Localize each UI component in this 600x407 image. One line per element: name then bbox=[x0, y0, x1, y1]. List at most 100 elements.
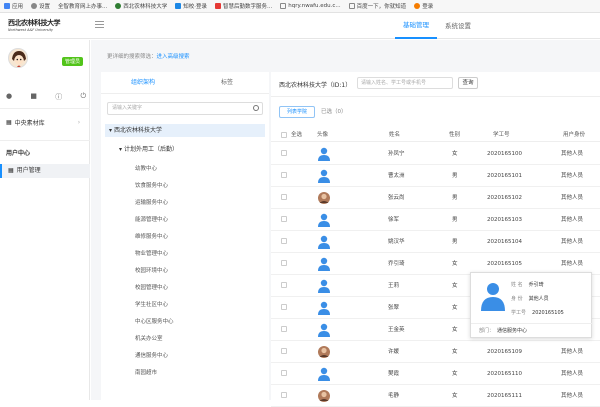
user-gender: 女 bbox=[452, 261, 458, 267]
lock-icon[interactable]: ■ bbox=[30, 92, 37, 102]
table-row[interactable]: 樊霞 女 2020165110 其他人员 bbox=[271, 363, 600, 385]
tree-leaf[interactable]: 物业管理中心 bbox=[135, 249, 168, 257]
tree-leaf[interactable]: 机关办公室 bbox=[135, 334, 163, 342]
gear-icon bbox=[31, 3, 38, 9]
tree-node-group[interactable]: ▾ 计划外用工（后勤） bbox=[119, 144, 178, 153]
tree-leaf[interactable]: 校园管理中心 bbox=[135, 283, 168, 291]
sidebar-item-user-management[interactable]: ▦ 用户管理 bbox=[0, 164, 90, 178]
user-name: 曹太洲 bbox=[388, 173, 405, 179]
row-checkbox[interactable] bbox=[281, 172, 287, 178]
table-row[interactable]: 曹太洲 男 2020165101 其他人员 bbox=[271, 165, 600, 187]
tab-system-settings[interactable]: 系统设置 bbox=[437, 13, 479, 39]
row-checkbox[interactable] bbox=[281, 326, 287, 332]
user-photo bbox=[318, 192, 330, 204]
user-search-input[interactable]: 请输入姓名、学工号或手机号 bbox=[357, 77, 453, 89]
tree-search-input[interactable]: 请输入关键字 bbox=[107, 102, 263, 115]
user-gender: 女 bbox=[452, 283, 458, 289]
info-icon[interactable]: ⓘ bbox=[55, 92, 62, 102]
popup-staff-no: 学工号 2020165105 bbox=[511, 310, 564, 316]
bookmark-login[interactable]: 登录 bbox=[414, 2, 433, 10]
bookmark-logistics[interactable]: 智慧后勤数字服务... bbox=[215, 2, 272, 10]
row-checkbox[interactable] bbox=[281, 150, 287, 156]
selected-count: 已选（0） bbox=[321, 109, 347, 115]
select-all-checkbox[interactable] bbox=[281, 132, 287, 138]
row-checkbox[interactable] bbox=[281, 216, 287, 222]
row-checkbox[interactable] bbox=[281, 194, 287, 200]
user-avatar-icon bbox=[318, 169, 330, 183]
tree-leaf[interactable]: 中心区服务中心 bbox=[135, 317, 174, 325]
sidebar: 管理员 ● ■ ⓘ ⏻ ▦ 中央素材库 › 用户中心 ▦ 用户管理 bbox=[0, 40, 90, 400]
user-staff-no: 2020165101 bbox=[487, 173, 522, 179]
user-avatar-icon bbox=[318, 147, 330, 161]
user-list-panel: 西北农林科技大学（ID:1） 请输入姓名、学工号或手机号 查询 列表学院 已选（… bbox=[271, 72, 600, 407]
tree-leaf[interactable]: 学生社区中心 bbox=[135, 300, 168, 308]
bookmark-apps[interactable]: 应用 bbox=[4, 2, 23, 10]
divider bbox=[0, 140, 90, 141]
user-name: 张云尚 bbox=[388, 195, 405, 201]
top-nav: 基础管理 系统设置 bbox=[395, 13, 479, 39]
tree-leaf[interactable]: 能源管理中心 bbox=[135, 215, 168, 223]
caret-down-icon[interactable]: ▾ bbox=[119, 146, 122, 153]
user-gender: 女 bbox=[452, 349, 458, 355]
column-header: 头像 bbox=[317, 132, 329, 138]
user-icon[interactable]: ● bbox=[6, 92, 12, 102]
bookmark-zhixiao[interactable]: 知校·登录 bbox=[175, 2, 207, 10]
column-header: 学工号 bbox=[493, 132, 510, 138]
tree-leaf[interactable]: 通信服务中心 bbox=[135, 351, 168, 359]
tab-tags[interactable]: 标签 bbox=[185, 72, 269, 93]
user-avatar-icon bbox=[318, 279, 330, 293]
table-row[interactable]: 姚汉华 男 2020165104 其他人员 bbox=[271, 231, 600, 253]
top-header: 西北农林科技大学 Northwest A&F University 基础管理 系… bbox=[0, 13, 600, 39]
caret-down-icon[interactable]: ▾ bbox=[109, 127, 112, 134]
tree-leaf[interactable]: 维修服务中心 bbox=[135, 232, 168, 240]
table-row[interactable]: 张云尚 男 2020165102 其他人员 bbox=[271, 187, 600, 209]
table-row[interactable]: 徐军 男 2020165103 其他人员 bbox=[271, 209, 600, 231]
bookmark-settings[interactable]: 设置 bbox=[31, 2, 50, 10]
tree-leaf[interactable]: 运输服务中心 bbox=[135, 198, 168, 206]
tab-basic-management[interactable]: 基础管理 bbox=[395, 13, 437, 39]
bookmark-hqry[interactable]: hqry.nwafu.edu.c... bbox=[280, 3, 341, 9]
user-role: 其他人员 bbox=[561, 349, 584, 355]
tree-leaf[interactable]: 校园环境中心 bbox=[135, 266, 168, 274]
user-name: 王莉 bbox=[388, 283, 400, 289]
row-checkbox[interactable] bbox=[281, 282, 287, 288]
row-checkbox[interactable] bbox=[281, 348, 287, 354]
table-row[interactable]: 孙凤宁 女 2020165100 其他人员 bbox=[271, 143, 600, 165]
user-staff-no: 2020165100 bbox=[487, 151, 522, 157]
row-checkbox[interactable] bbox=[281, 370, 287, 376]
role-badge: 管理员 bbox=[62, 57, 84, 66]
row-checkbox[interactable] bbox=[281, 260, 287, 266]
popup-identity: 身 份其他人员 bbox=[511, 296, 549, 302]
user-avatar-icon bbox=[481, 283, 505, 311]
sidebar-section-user-center: 用户中心 bbox=[6, 150, 31, 157]
popup-dept: 部门： 通信服务中心 bbox=[479, 328, 528, 334]
power-icon[interactable]: ⏻ bbox=[80, 92, 86, 102]
sidebar-item-material-library[interactable]: ▦ 中央素材库 › bbox=[6, 118, 80, 127]
row-checkbox[interactable] bbox=[281, 304, 287, 310]
bookmark-edu[interactable]: 全智教育网上办事... bbox=[58, 2, 107, 10]
tree-leaf[interactable]: 饮食服务中心 bbox=[135, 181, 168, 189]
table-row[interactable]: 毛静 女 2020165111 其他人员 bbox=[271, 385, 600, 407]
bookmark-nwafu[interactable]: 西北农林科技大学 bbox=[115, 2, 167, 10]
tab-org-structure[interactable]: 组织架构 bbox=[101, 72, 185, 93]
list-college-button[interactable]: 列表学院 bbox=[279, 106, 315, 118]
user-avatar-icon bbox=[318, 323, 330, 337]
tree-leaf[interactable]: 南园超市 bbox=[135, 368, 157, 376]
table-row[interactable]: 许媛 女 2020165109 其他人员 bbox=[271, 341, 600, 363]
tree-leaf[interactable]: 幼教中心 bbox=[135, 164, 157, 172]
menu-toggle-icon[interactable] bbox=[95, 21, 104, 29]
sidebar-quick-icons: ● ■ ⓘ ⏻ bbox=[6, 92, 86, 102]
query-button[interactable]: 查询 bbox=[458, 77, 478, 89]
tree-node-root[interactable]: ▾ 西北农林科技大学 bbox=[105, 124, 265, 137]
bookmark-baidu[interactable]: 百度一下，你就知道 bbox=[348, 2, 406, 10]
user-role: 其他人员 bbox=[561, 217, 584, 223]
user-gender: 女 bbox=[452, 327, 458, 333]
advanced-search-link[interactable]: 进入高级搜索 bbox=[157, 54, 190, 60]
user-name: 孙凤宁 bbox=[388, 151, 405, 157]
site-icon bbox=[414, 3, 421, 9]
avatar[interactable] bbox=[8, 48, 28, 68]
search-icon[interactable] bbox=[253, 105, 259, 111]
row-checkbox[interactable] bbox=[281, 238, 287, 244]
row-checkbox[interactable] bbox=[281, 392, 287, 398]
user-role: 其他人员 bbox=[561, 371, 584, 377]
